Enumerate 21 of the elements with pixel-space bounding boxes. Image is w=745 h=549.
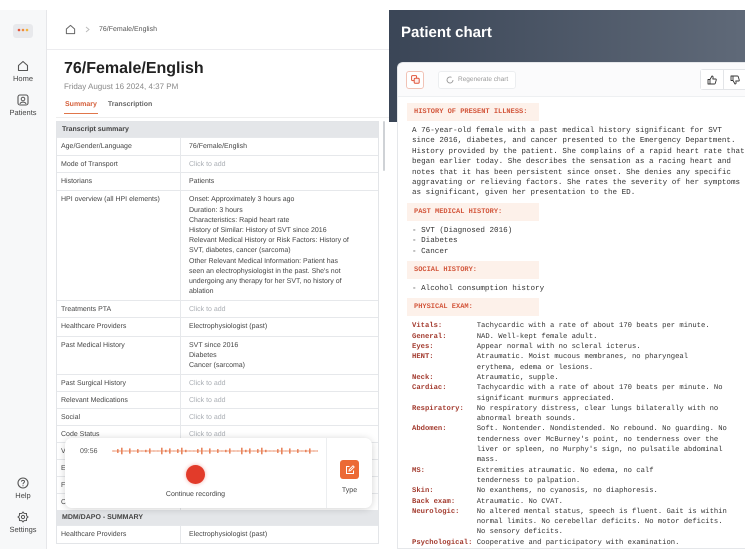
app-logo-icon [13,24,33,38]
settings-icon [16,511,29,523]
thumbs-up-button[interactable] [701,70,723,89]
page-title: 76/Female/English [64,60,205,78]
edit-icon [344,464,354,475]
copy-button[interactable] [406,70,424,88]
type-button[interactable] [340,460,359,480]
thumbs-up-icon [707,74,717,84]
home-icon [16,60,29,72]
record-button[interactable] [186,465,205,484]
scrollbar[interactable] [383,121,385,171]
person-icon [16,94,29,106]
thumbs-down-button[interactable] [723,70,745,89]
refresh-icon [446,76,454,84]
help-icon [17,477,29,489]
home-icon[interactable] [65,24,76,35]
chevron-icon [85,26,90,33]
copy-icon [410,75,420,84]
panel-title: Patient chart [401,24,493,41]
visit-date: Friday August 16 2024, 4:37 PM [64,82,180,91]
thumbs-down-icon [730,74,740,84]
